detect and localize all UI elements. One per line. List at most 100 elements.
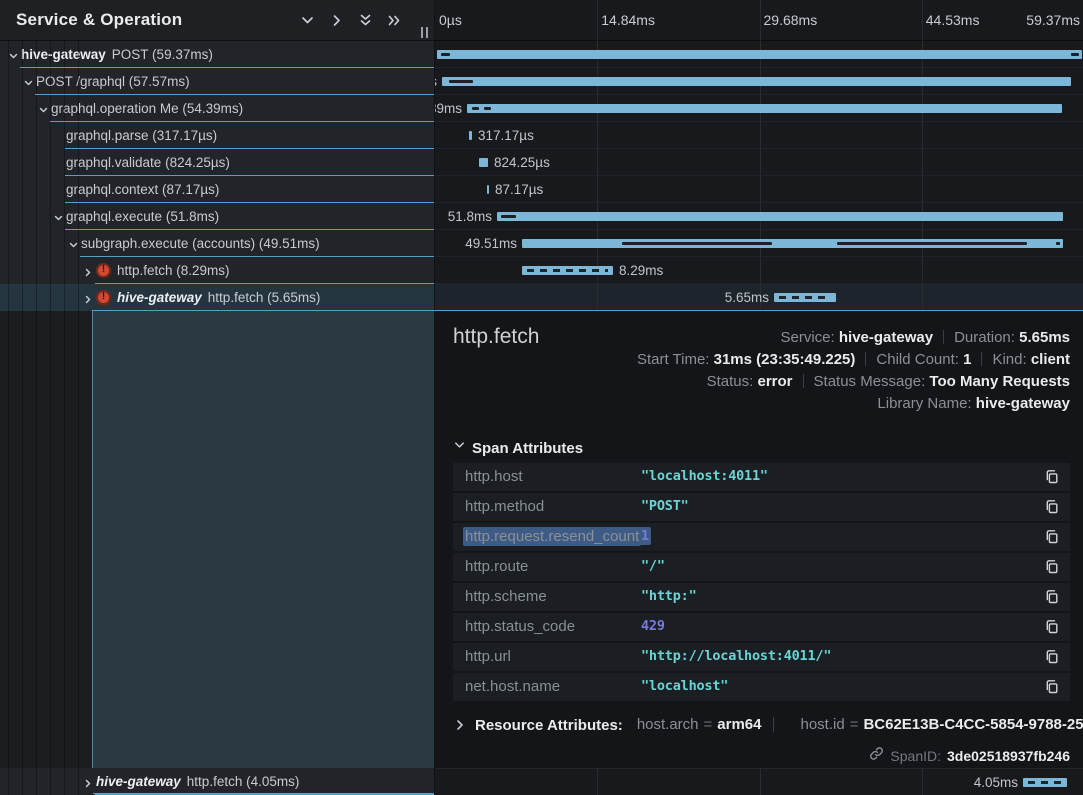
attribute-value: "localhost": [641, 678, 728, 694]
attribute-value: "/": [641, 558, 665, 574]
span-bar[interactable]: [467, 104, 1062, 113]
span-tree-row[interactable]: POST /graphql (57.57ms): [0, 68, 434, 95]
timeline-row[interactable]: 49.51ms: [435, 230, 1083, 257]
chevron-down-icon[interactable]: [38, 103, 51, 114]
copy-icon[interactable]: [1044, 649, 1060, 665]
span-id-row: SpanID: 3de02518937fb246: [869, 745, 1070, 767]
span-label: POST /graphql (57.57ms): [36, 74, 190, 89]
chevron-right-icon[interactable]: [83, 292, 96, 303]
attribute-key: net.host.name: [465, 678, 560, 695]
span-tree-row[interactable]: graphql.operation Me (54.39ms): [0, 95, 434, 122]
copy-icon[interactable]: [1044, 499, 1060, 515]
chevron-right-icon[interactable]: [453, 718, 467, 732]
span-tree-row[interactable]: http.fetch (8.29ms): [0, 257, 434, 284]
attribute-value: "http:": [641, 588, 697, 604]
overview-label: Status:: [707, 373, 758, 390]
overview-value: Too Many Requests: [929, 373, 1070, 390]
span-bar[interactable]: [487, 185, 489, 194]
attribute-row: http.request.resend_count1: [453, 523, 1070, 551]
timeline-row[interactable]: [435, 41, 1083, 68]
chevron-down-icon[interactable]: [53, 211, 66, 222]
panel-resize-handle-icon[interactable]: [421, 27, 428, 38]
span-label: graphql.context (87.17µs): [66, 182, 219, 197]
attribute-value: 1: [641, 528, 649, 544]
chevron-right-icon[interactable]: [83, 265, 96, 276]
ruler-tick-label: 29.68ms: [764, 12, 818, 28]
timeline-row[interactable]: 51.8ms: [435, 203, 1083, 230]
span-bar[interactable]: [497, 212, 1063, 221]
span-tree-row[interactable]: subgraph.execute (accounts) (49.51ms): [0, 230, 434, 257]
span-tree-row[interactable]: hive-gatewayhttp.fetch (5.65ms): [0, 284, 434, 311]
span-tree-row[interactable]: graphql.execute (51.8ms): [0, 203, 434, 230]
chevron-down-icon[interactable]: [23, 76, 36, 87]
span-duration-label: 5.65ms: [725, 290, 769, 305]
attribute-key: http.host: [465, 468, 523, 485]
span-tree-row[interactable]: graphql.context (87.17µs): [0, 176, 434, 203]
resource-key: host.id: [800, 716, 844, 733]
span-id-value: 3de02518937fb246: [947, 748, 1070, 764]
overview-line: Service: hive-gatewayDuration: 5.65ms: [637, 327, 1070, 349]
timeline-row[interactable]: 8.29ms: [435, 257, 1083, 284]
timeline-row[interactable]: 317.17µs: [435, 122, 1083, 149]
span-bar[interactable]: [522, 266, 613, 275]
chevron-down-icon[interactable]: [8, 49, 21, 60]
span-attributes-header[interactable]: Span Attributes: [453, 439, 583, 457]
attribute-value: "http://localhost:4011/": [641, 648, 831, 664]
attribute-key: http.request.resend_count: [465, 528, 639, 545]
span-overview: Service: hive-gatewayDuration: 5.65ms Sta…: [637, 327, 1070, 415]
span-bar[interactable]: [479, 158, 488, 167]
double-chevron-down-icon[interactable]: [358, 13, 373, 28]
timeline-bottom-row: 4.05ms: [435, 768, 1083, 795]
overview-label: Duration:: [954, 329, 1019, 346]
timeline-row[interactable]: 824.25µs: [435, 149, 1083, 176]
timeline-row[interactable]: 87.17µs: [435, 176, 1083, 203]
copy-icon[interactable]: [1044, 469, 1060, 485]
span-bar[interactable]: [437, 50, 1082, 59]
overview-line: Library Name: hive-gateway: [637, 393, 1070, 415]
copy-icon[interactable]: [1044, 559, 1060, 575]
span-bar[interactable]: [469, 131, 472, 140]
timeline-row[interactable]: 57.57ms: [435, 68, 1083, 95]
attribute-value: "localhost:4011": [641, 468, 768, 484]
attribute-row: http.route"/": [453, 553, 1070, 581]
span-duration-label: 57.57ms: [435, 74, 437, 89]
chevron-down-icon: [453, 439, 466, 457]
ruler-tick-label: 14.84ms: [601, 12, 655, 28]
overview-label: Library Name:: [877, 395, 975, 412]
copy-icon[interactable]: [1044, 679, 1060, 695]
chevron-right-icon[interactable]: [329, 13, 344, 28]
span-tree-row[interactable]: hive-gatewayhttp.fetch (4.05ms): [0, 768, 434, 795]
copy-icon[interactable]: [1044, 529, 1060, 545]
timeline-row[interactable]: 5.65ms: [435, 284, 1083, 311]
span-tree-row[interactable]: hive-gatewayPOST (59.37ms): [0, 41, 434, 68]
chevron-down-icon[interactable]: [68, 238, 81, 249]
trace-viewer: Service & Operation hive-gatewayPOST (59…: [0, 0, 1083, 795]
ruler-tick-label: 59.37ms: [1026, 12, 1080, 28]
span-label: hive-gatewayPOST (59.37ms): [21, 47, 213, 62]
overview-value: client: [1031, 351, 1070, 368]
ruler-tick-label: 0µs: [439, 12, 462, 28]
selected-row-divider: [92, 310, 1083, 311]
chevron-right-icon[interactable]: [83, 776, 96, 787]
timeline-panel: 0µs14.84ms29.68ms44.53ms59.37ms 57.57ms5…: [434, 0, 1083, 795]
span-bar[interactable]: [442, 77, 1071, 86]
span-details-panel: http.fetch Service: hive-gatewayDuration…: [435, 311, 1083, 768]
span-tree-row[interactable]: graphql.parse (317.17µs): [0, 122, 434, 149]
timeline-row[interactable]: 54.39ms: [435, 95, 1083, 122]
overview-value: 31ms (23:35:49.225): [714, 351, 856, 368]
span-duration-label: 317.17µs: [478, 128, 534, 143]
span-bar[interactable]: [774, 293, 836, 302]
service-name: hive-gateway: [21, 47, 106, 62]
overview-line: Status: errorStatus Message: Too Many Re…: [637, 371, 1070, 393]
double-chevron-right-icon[interactable]: [387, 13, 402, 28]
resource-attributes-title[interactable]: Resource Attributes:: [475, 717, 623, 734]
span-bar[interactable]: [1023, 778, 1067, 787]
copy-icon[interactable]: [1044, 589, 1060, 605]
link-icon[interactable]: [869, 746, 884, 766]
copy-icon[interactable]: [1044, 619, 1060, 635]
span-tree-row[interactable]: graphql.validate (824.25µs): [0, 149, 434, 176]
span-bar[interactable]: [522, 239, 1063, 248]
chevron-down-icon[interactable]: [300, 13, 315, 28]
timeline-ruler: 0µs14.84ms29.68ms44.53ms59.37ms: [435, 0, 1083, 41]
span-label: hive-gatewayhttp.fetch (4.05ms): [96, 774, 299, 789]
